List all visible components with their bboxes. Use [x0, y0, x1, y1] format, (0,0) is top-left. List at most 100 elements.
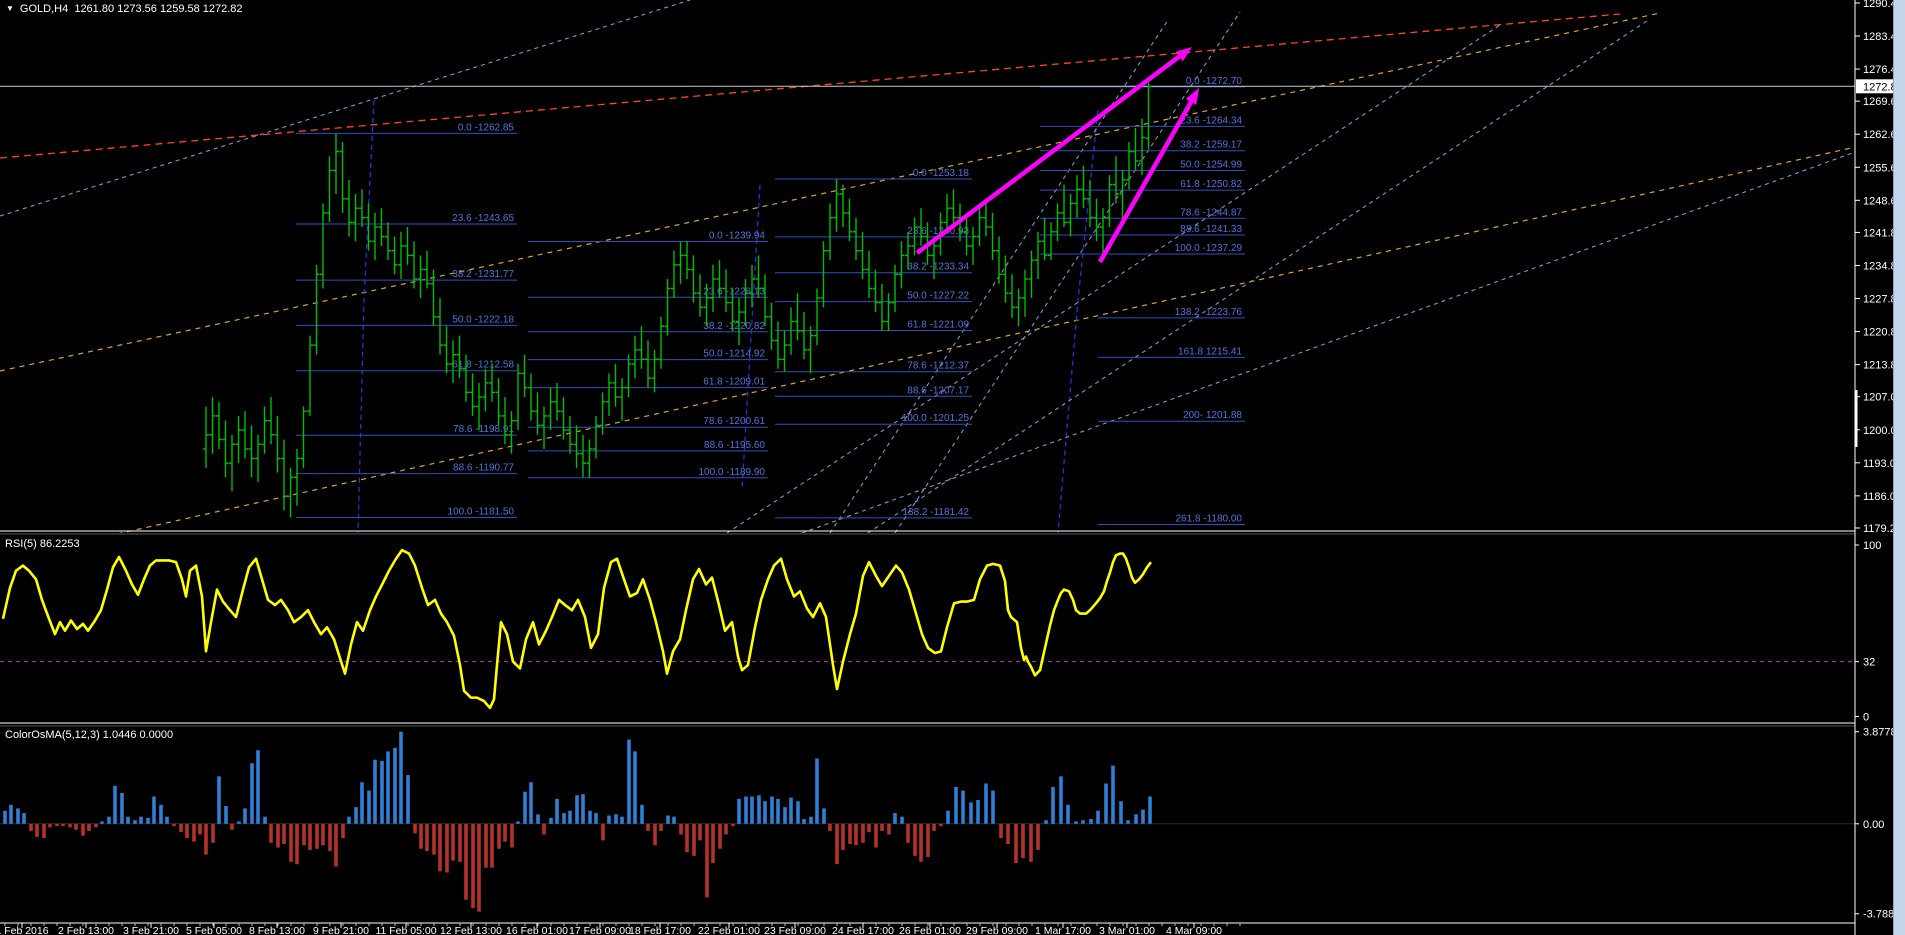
osma-bar: [1051, 787, 1055, 824]
osma-bar: [763, 801, 767, 824]
fib-level-label: 50.0 -1227.22: [907, 291, 969, 302]
osma-bar: [61, 823, 65, 827]
osma-bar: [250, 763, 254, 824]
fibonacci-set-4-extensions[interactable]: 138.2 -1223.76 161.8 1215.41 200- 1201.88 2…: [1098, 307, 1245, 526]
window-scrollbar[interactable]: [1893, 0, 1905, 935]
osma-bar: [969, 802, 973, 824]
yellow-dashed-trendline-upper[interactable]: [0, 12, 1661, 372]
osma-bar: [464, 823, 468, 900]
osma-bar: [503, 823, 507, 842]
main-price-panel[interactable]: 0.0 -1262.85 23.6 -1243.65 38.2 -1231.77 50…: [0, 0, 1905, 560]
osma-bar: [1134, 814, 1138, 824]
fib-level-label: 78.6 -1244.87: [1180, 207, 1242, 218]
fib-level-label: 88.6 -1207.17: [907, 385, 969, 396]
osma-panel[interactable]: [0, 731, 1855, 912]
osma-bar: [425, 823, 429, 852]
osma-bar: [932, 823, 936, 831]
osma-bar: [55, 823, 59, 827]
trend-arrow-1[interactable]: [915, 47, 1192, 255]
channel-line-1[interactable]: [0, 0, 691, 217]
osma-bar: [302, 823, 306, 846]
osma-indicator-label: ColorOsMA(5,12,3) 1.0446 0.0000: [5, 729, 174, 741]
fib-level-label: 200- 1201.88: [1183, 410, 1242, 421]
chart-canvas[interactable]: 0.0 -1262.85 23.6 -1243.65 38.2 -1231.77 50…: [0, 0, 1905, 935]
osma-bar: [399, 731, 403, 824]
osma-bar: [406, 775, 410, 824]
osma-bar: [1029, 823, 1033, 862]
osma-bar: [848, 823, 852, 844]
osma-bar: [133, 820, 137, 824]
osma-bar: [796, 801, 800, 824]
osma-bar: [419, 823, 423, 849]
osma-bar: [510, 823, 514, 848]
time-axis[interactable]: 1 Feb 2016 2 Feb 13:00 3 Feb 21:00 5 Feb 05…: [0, 923, 1241, 935]
fib-level-label: 0.0 -1253.18: [913, 168, 970, 179]
osma-bar: [1059, 776, 1063, 824]
osma-bar: [367, 790, 371, 824]
fib-level-label: 88.6 -1195.60: [704, 440, 765, 451]
osma-bar: [835, 823, 839, 865]
navy-dashed-line-1[interactable]: [357, 99, 375, 533]
osma-bar: [828, 823, 832, 831]
osma-bar: [946, 810, 950, 824]
rsi-indicator-label: RSI(5) 86.2253: [5, 538, 80, 550]
time-tick-label: 8 Feb 13:00: [249, 925, 305, 935]
osma-bar: [94, 823, 98, 828]
fib-level-label: 61.8 -1209.01: [703, 377, 765, 388]
osma-bar: [614, 814, 618, 824]
channel-line-3[interactable]: [867, 18, 1651, 533]
osma-bar: [497, 823, 501, 849]
osma-bar: [542, 823, 546, 835]
fib-level-label: 100.0 -1237.29: [1175, 243, 1243, 254]
trend-arrow-2[interactable]: [1098, 88, 1199, 264]
rsi-panel[interactable]: [0, 548, 1855, 710]
channel-line-4[interactable]: [801, 134, 1905, 533]
fib-level-label: 23.6 -1264.34: [1180, 115, 1242, 126]
osma-bar: [731, 823, 735, 827]
osma-bar: [295, 823, 299, 865]
osma-bar: [451, 823, 455, 861]
osma-bar: [438, 823, 442, 872]
osma-bar: [35, 823, 39, 837]
time-tick-label: 1 Feb 2016: [0, 925, 49, 935]
osma-bar: [750, 796, 754, 824]
osma-bar: [1148, 796, 1152, 824]
osma-bar: [243, 808, 247, 824]
osma-bar: [887, 823, 891, 835]
chevron-down-icon[interactable]: ▼: [6, 5, 14, 13]
osma-bar: [984, 783, 988, 824]
time-tick-label: 11 Feb 05:00: [375, 925, 436, 935]
osma-bar: [555, 798, 559, 824]
osma-bar: [81, 823, 85, 836]
osma-bar: [919, 823, 923, 862]
fib-level-label: 138.2 -1181.42: [902, 507, 969, 518]
osma-bar: [360, 782, 364, 824]
osma-bar: [347, 816, 351, 824]
osma-bar: [1036, 823, 1040, 850]
channel-line-2[interactable]: [726, 24, 1501, 533]
osma-bar: [315, 823, 319, 849]
symbol-info-bar[interactable]: ▼ GOLD,H4 1261.80 1273.56 1259.58 1272.8…: [6, 3, 243, 15]
osma-bar: [913, 823, 917, 856]
osma-bar: [705, 823, 709, 898]
time-tick-label: 3 Mar 01:00: [1099, 925, 1155, 935]
osma-bar: [627, 739, 631, 824]
osma-bar: [100, 821, 104, 824]
navy-dashed-line-3[interactable]: [1057, 109, 1099, 533]
fib-level-label: 0.0 -1272.70: [1186, 76, 1243, 87]
osma-bar: [698, 823, 702, 841]
osma-bar: [1096, 810, 1100, 824]
osma-bar: [809, 816, 813, 824]
fib-level-label: 50.0 -1254.99: [1180, 159, 1242, 170]
osma-bar: [1126, 820, 1130, 824]
osma-bar: [737, 798, 741, 824]
osma-bar: [516, 821, 520, 824]
fib-level-label: 38.2 -1233.34: [907, 262, 969, 273]
osma-bar: [893, 813, 897, 824]
osma-bar: [256, 750, 260, 824]
osma-bar: [575, 795, 579, 824]
fib-level-label: 161.8 1215.41: [1178, 346, 1242, 357]
fib-level-label: 50.0 -1214.92: [703, 349, 765, 360]
osma-bar: [172, 823, 176, 827]
fib-level-label: 78.6 -1212.37: [907, 361, 969, 372]
